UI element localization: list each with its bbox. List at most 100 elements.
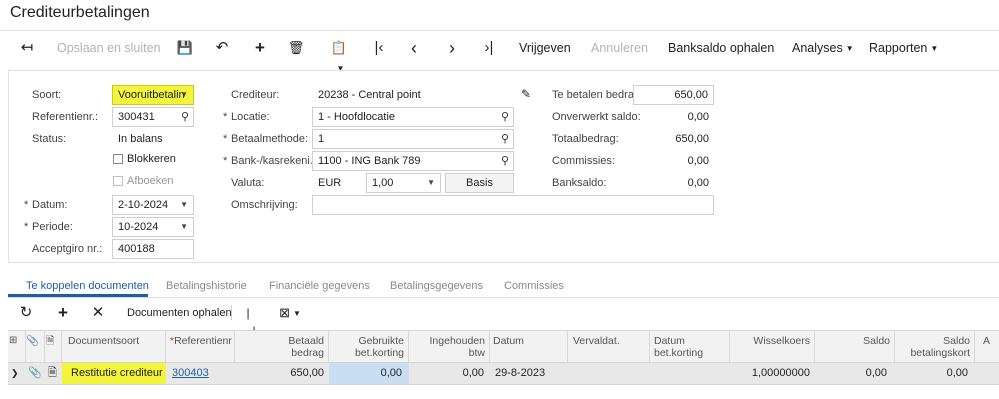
col-divider bbox=[649, 331, 650, 362]
date-label: Datum: bbox=[24, 196, 68, 214]
tab-payment-history[interactable]: Betalingshistorie bbox=[166, 280, 247, 292]
cell-ref-link[interactable]: 300403 bbox=[172, 363, 209, 384]
previous-record-icon[interactable]: ‹ bbox=[405, 38, 423, 58]
cell-balance[interactable]: 0,00 bbox=[820, 363, 887, 384]
date-field[interactable]: 2-10-2024 ▼ bbox=[112, 195, 194, 215]
tab-commissions[interactable]: Commissies bbox=[504, 280, 564, 292]
analyses-menu[interactable]: Analyses ▼ bbox=[792, 38, 854, 58]
col-divider bbox=[328, 331, 329, 362]
col-divider bbox=[61, 331, 62, 362]
delete-row-icon[interactable]: ✕ bbox=[90, 304, 106, 322]
header-paid[interactable]: Betaald bedrag bbox=[264, 331, 324, 362]
creditor-value: 20238 - Central point bbox=[318, 89, 421, 101]
undo-icon[interactable]: ↶ bbox=[213, 38, 231, 58]
header-due-date[interactable]: Vervaldat. bbox=[573, 331, 648, 362]
tab-documents[interactable]: Te koppelen documenten bbox=[26, 280, 149, 292]
add-icon[interactable]: + bbox=[251, 38, 269, 58]
commission-value: 0,00 bbox=[687, 155, 709, 167]
search-icon[interactable]: ⚲ bbox=[501, 130, 509, 148]
bank-balance-button[interactable]: Banksaldo ophalen bbox=[668, 38, 774, 58]
cell-date[interactable]: 29-8-2023 bbox=[495, 363, 545, 384]
ref-label: Referentienr.: bbox=[32, 111, 99, 123]
cell-disc-balance[interactable]: 0,00 bbox=[898, 363, 968, 384]
writeoff-checkbox[interactable] bbox=[113, 176, 123, 186]
row-expand-chevron-icon[interactable]: ❯ bbox=[11, 363, 19, 384]
header-date[interactable]: Datum bbox=[493, 331, 563, 362]
cell-exchange-rate[interactable]: 1,00000000 bbox=[734, 363, 810, 384]
location-field[interactable]: 1 - Hoofdlocatie ⚲ bbox=[312, 107, 514, 127]
currency-value: EUR bbox=[318, 177, 342, 189]
pay-amount-field[interactable]: 650,00 bbox=[633, 85, 714, 105]
period-field[interactable]: 10-2024 ▼ bbox=[112, 217, 194, 237]
writeoff-label: Afboeken bbox=[127, 175, 174, 187]
header-used-discount[interactable]: Gebruikte bet.korting bbox=[338, 331, 404, 362]
chevron-down-icon: ▼ bbox=[180, 222, 188, 231]
giro-field[interactable]: 400188 bbox=[112, 239, 194, 259]
cell-paid[interactable]: 650,00 bbox=[264, 363, 324, 384]
cell-withheld-vat[interactable]: 0,00 bbox=[418, 363, 484, 384]
method-value: 1 bbox=[318, 133, 325, 145]
tab-financial[interactable]: Financiële gegevens bbox=[269, 280, 370, 292]
save-icon[interactable]: 💾 bbox=[176, 38, 194, 58]
fetch-documents-button[interactable]: Documenten ophalen bbox=[127, 304, 232, 322]
attachment-icon: 📎 bbox=[26, 335, 40, 347]
copy-paste-icon[interactable]: 📋▼ bbox=[326, 38, 352, 73]
back-arrow-icon[interactable]: ↤ bbox=[18, 38, 36, 58]
rate-value: 1,00 bbox=[372, 177, 394, 189]
grid-settings-icon[interactable]: ⊞ bbox=[9, 331, 23, 362]
col-divider bbox=[25, 331, 26, 362]
header-balance[interactable]: Saldo bbox=[820, 331, 890, 362]
rate-field[interactable]: 1,00 ▼ bbox=[366, 173, 441, 193]
cell-doc-type[interactable]: Restitutie crediteur bbox=[71, 363, 163, 384]
ref-field[interactable]: 300431 ⚲ bbox=[112, 107, 194, 127]
col-divider bbox=[234, 331, 235, 362]
chevron-down-icon: ▼ bbox=[845, 43, 854, 53]
method-field[interactable]: 1 ⚲ bbox=[312, 129, 514, 149]
basis-button[interactable]: Basis bbox=[445, 173, 514, 193]
ref-value: 300431 bbox=[118, 111, 155, 123]
table-row[interactable]: ❯ 📎 🗎 Restitutie crediteur 300403 650,00… bbox=[8, 363, 999, 385]
header-disc-date[interactable]: Datum bet.korting bbox=[654, 331, 724, 362]
edit-icon[interactable]: ✎ bbox=[521, 87, 531, 101]
cell-used-discount[interactable]: 0,00 bbox=[334, 363, 402, 384]
block-label: Blokkeren bbox=[127, 153, 176, 165]
refresh-icon[interactable]: ↻ bbox=[18, 304, 34, 322]
commission-label: Commissies: bbox=[552, 155, 615, 167]
fit-columns-icon[interactable]: |↔| bbox=[240, 304, 256, 338]
last-record-icon[interactable]: ›| bbox=[480, 38, 498, 58]
first-record-icon[interactable]: |‹ bbox=[370, 38, 388, 58]
save-close-button[interactable]: Opslaan en sluiten bbox=[57, 38, 161, 58]
location-value: 1 - Hoofdlocatie bbox=[318, 111, 396, 123]
block-checkbox[interactable] bbox=[113, 154, 123, 164]
creditor-label: Crediteur: bbox=[231, 89, 280, 101]
next-record-icon[interactable]: › bbox=[443, 38, 461, 58]
add-row-icon[interactable]: + bbox=[55, 304, 71, 322]
header-withheld-vat[interactable]: Ingehouden btw bbox=[418, 331, 485, 362]
tab-payment-details[interactable]: Betalingsgegevens bbox=[390, 280, 483, 292]
delete-icon[interactable]: 🗑 bbox=[287, 38, 305, 58]
header-ref-label: Referentienr bbox=[174, 335, 232, 347]
release-button[interactable]: Vrijgeven bbox=[519, 38, 571, 58]
note-icon: 🗎 bbox=[46, 335, 55, 347]
analyses-label: Analyses bbox=[792, 41, 843, 55]
col-divider bbox=[567, 331, 568, 362]
cancel-button[interactable]: Annuleren bbox=[591, 38, 648, 58]
desc-field[interactable] bbox=[312, 195, 714, 215]
header-more[interactable]: A bbox=[983, 331, 997, 362]
search-icon[interactable]: ⚲ bbox=[501, 108, 509, 126]
search-icon[interactable]: ⚲ bbox=[181, 108, 189, 126]
total-label: Totaalbedrag: bbox=[552, 133, 619, 145]
header-exchange-rate[interactable]: Wisselkoers bbox=[734, 331, 810, 362]
soort-select[interactable]: Vooruitbetalin ▼ bbox=[112, 85, 194, 105]
reports-menu[interactable]: Rapporten ▼ bbox=[869, 38, 938, 58]
note-icon[interactable]: 🗎 bbox=[48, 363, 57, 384]
tabs-divider bbox=[8, 297, 999, 298]
attachment-icon[interactable]: 📎 bbox=[28, 363, 42, 384]
header-doc-type[interactable]: Documentsoort bbox=[68, 331, 163, 362]
header-ref[interactable]: *Referentienr bbox=[170, 331, 232, 362]
header-disc-balance[interactable]: Saldo betalingskort bbox=[898, 331, 970, 362]
col-divider bbox=[729, 331, 730, 362]
bank-field[interactable]: 1100 - ING Bank 789 ⚲ bbox=[312, 151, 514, 171]
search-icon[interactable]: ⚲ bbox=[501, 152, 509, 170]
export-excel-icon[interactable]: ⊠ ▼ bbox=[276, 304, 304, 322]
